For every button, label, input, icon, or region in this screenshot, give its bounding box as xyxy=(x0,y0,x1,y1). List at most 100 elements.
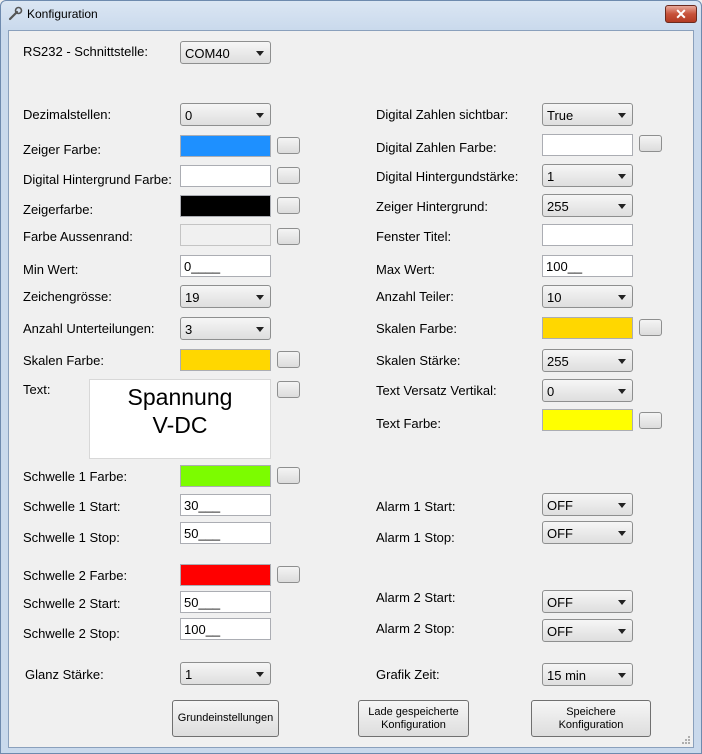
alarm2-stop-label: Alarm 2 Stop: xyxy=(376,621,455,636)
glanz-staerke-value: 1 xyxy=(185,667,193,682)
min-wert-value: 0____ xyxy=(184,259,221,274)
skalen-staerke-combo[interactable]: 255 xyxy=(542,349,633,372)
alarm2-stop-combo[interactable]: OFF xyxy=(542,619,633,642)
digital-hintergrund-farbe-pick-button[interactable] xyxy=(277,167,300,184)
fenster-titel-label: Fenster Titel: xyxy=(376,229,452,244)
schwelle1-farbe-pick-button[interactable] xyxy=(277,467,300,484)
glanz-staerke-combo[interactable]: 1 xyxy=(180,662,271,685)
digital-zahlen-sichtbar-value: True xyxy=(547,108,574,123)
skalen-farbe-left-pick-button[interactable] xyxy=(277,351,300,368)
digital-hintergundstaerke-combo[interactable]: 1 xyxy=(542,164,633,187)
digital-hintergrund-farbe-swatch xyxy=(180,165,271,187)
resize-grip-icon[interactable] xyxy=(681,735,691,745)
skalen-farbe-right-pick-button[interactable] xyxy=(639,319,662,336)
skalen-staerke-value: 255 xyxy=(547,354,569,369)
farbe-aussenrand-swatch xyxy=(180,224,271,246)
fenster-titel-input[interactable] xyxy=(542,224,633,246)
digital-hintergundstaerke-value: 1 xyxy=(547,169,555,184)
text-versatz-vertikal-value: 0 xyxy=(547,384,555,399)
digital-zahlen-farbe-swatch xyxy=(542,134,633,156)
alarm2-start-combo[interactable]: OFF xyxy=(542,590,633,613)
min-wert-label: Min Wert: xyxy=(23,262,79,277)
zeichengroesse-combo[interactable]: 19 xyxy=(180,285,271,308)
grafik-zeit-value: 15 min xyxy=(547,668,587,683)
schwelle2-farbe-pick-button[interactable] xyxy=(277,566,300,583)
schwelle2-start-input[interactable]: 50___ xyxy=(180,591,271,613)
schwelle1-stop-input[interactable]: 50___ xyxy=(180,522,271,544)
alarm2-stop-value: OFF xyxy=(547,624,573,639)
digital-hintergundstaerke-label: Digital Hintergundstärke: xyxy=(376,169,519,184)
max-wert-value: 100__ xyxy=(546,259,583,274)
min-wert-input[interactable]: 0____ xyxy=(180,255,271,277)
title-bar: Konfiguration ✕ xyxy=(1,1,701,29)
anzahl-teiler-combo[interactable]: 10 xyxy=(542,285,633,308)
alarm2-start-label: Alarm 2 Start: xyxy=(376,590,456,605)
skalen-farbe-left-swatch xyxy=(180,349,271,371)
grafik-zeit-combo[interactable]: 15 min xyxy=(542,663,633,686)
alarm1-start-combo[interactable]: OFF xyxy=(542,493,633,516)
anzahl-unterteilungen-combo[interactable]: 3 xyxy=(180,317,271,340)
zeichengroesse-value: 19 xyxy=(185,290,200,305)
text-farbe-swatch xyxy=(542,409,633,431)
digital-hintergrund-farbe-label: Digital Hintergrund Farbe: xyxy=(23,172,172,187)
close-button[interactable]: ✕ xyxy=(665,5,697,23)
text-line-2: V-DC xyxy=(152,412,208,438)
schwelle1-stop-label: Schwelle 1 Stop: xyxy=(23,530,120,545)
chevron-down-icon xyxy=(618,295,626,300)
skalen-farbe-left-label: Skalen Farbe: xyxy=(23,353,104,368)
text-versatz-vertikal-combo[interactable]: 0 xyxy=(542,379,633,402)
zeichengroesse-label: Zeichengrösse: xyxy=(23,289,112,304)
lade-konfiguration-button[interactable]: Lade gespeicherte Konfiguration xyxy=(358,700,469,737)
farbe-aussenrand-pick-button[interactable] xyxy=(277,228,300,245)
chevron-down-icon xyxy=(618,204,626,209)
skalen-farbe-right-label: Skalen Farbe: xyxy=(376,321,457,336)
max-wert-input[interactable]: 100__ xyxy=(542,255,633,277)
rs232-combo[interactable]: COM40 xyxy=(180,41,271,64)
grundeinstellungen-button[interactable]: Grundeinstellungen xyxy=(172,700,279,737)
anzahl-teiler-label: Anzahl Teiler: xyxy=(376,289,454,304)
text-label: Text: xyxy=(23,382,51,397)
glanz-staerke-label: Glanz Stärke: xyxy=(25,667,104,682)
alarm1-start-label: Alarm 1 Start: xyxy=(376,499,456,514)
zeiger-hintergrund-combo[interactable]: 255 xyxy=(542,194,633,217)
zeiger-hintergrund-value: 255 xyxy=(547,199,569,214)
chevron-down-icon xyxy=(618,629,626,634)
chevron-down-icon xyxy=(256,672,264,677)
rs232-value: COM40 xyxy=(185,46,230,61)
text-farbe-pick-button[interactable] xyxy=(639,412,662,429)
window-title: Konfiguration xyxy=(27,7,98,21)
schwelle2-stop-input[interactable]: 100__ xyxy=(180,618,271,640)
text-font-button[interactable] xyxy=(277,381,300,398)
text-line-1: Spannung xyxy=(127,384,233,410)
anzahl-unterteilungen-label: Anzahl Unterteilungen: xyxy=(23,321,155,336)
text-area[interactable]: Spannung V-DC xyxy=(89,379,271,459)
alarm1-stop-combo[interactable]: OFF xyxy=(542,521,633,544)
wrench-icon xyxy=(8,6,23,21)
speichere-konfiguration-button[interactable]: Speichere Konfiguration xyxy=(531,700,651,737)
zeigerfarbe-label: Zeigerfarbe: xyxy=(23,202,94,217)
chevron-down-icon xyxy=(618,600,626,605)
zeigerfarbe-pick-button[interactable] xyxy=(277,197,300,214)
skalen-staerke-label: Skalen Stärke: xyxy=(376,353,461,368)
zeiger-farbe-swatch xyxy=(180,135,271,157)
config-window: Konfiguration ✕ RS232 - Schnittstelle: C… xyxy=(0,0,702,754)
dezimalstellen-combo[interactable]: 0 xyxy=(180,103,271,126)
digital-zahlen-farbe-pick-button[interactable] xyxy=(639,135,662,152)
alarm1-start-value: OFF xyxy=(547,498,573,513)
chevron-down-icon xyxy=(618,359,626,364)
text-farbe-label: Text Farbe: xyxy=(376,416,442,431)
schwelle1-start-input[interactable]: 30___ xyxy=(180,494,271,516)
zeiger-farbe-label: Zeiger Farbe: xyxy=(23,142,102,157)
schwelle2-stop-value: 100__ xyxy=(184,622,221,637)
text-versatz-vertikal-label: Text Versatz Vertikal: xyxy=(376,383,497,398)
zeiger-farbe-pick-button[interactable] xyxy=(277,137,300,154)
schwelle1-stop-value: 50___ xyxy=(184,526,221,541)
digital-zahlen-sichtbar-combo[interactable]: True xyxy=(542,103,633,126)
client-area: RS232 - Schnittstelle: COM40 Dezimalstel… xyxy=(8,30,694,748)
chevron-down-icon xyxy=(618,531,626,536)
chevron-down-icon xyxy=(618,113,626,118)
schwelle1-start-label: Schwelle 1 Start: xyxy=(23,499,121,514)
anzahl-unterteilungen-value: 3 xyxy=(185,322,193,337)
digital-zahlen-farbe-label: Digital Zahlen Farbe: xyxy=(376,140,497,155)
schwelle1-farbe-label: Schwelle 1 Farbe: xyxy=(23,469,128,484)
